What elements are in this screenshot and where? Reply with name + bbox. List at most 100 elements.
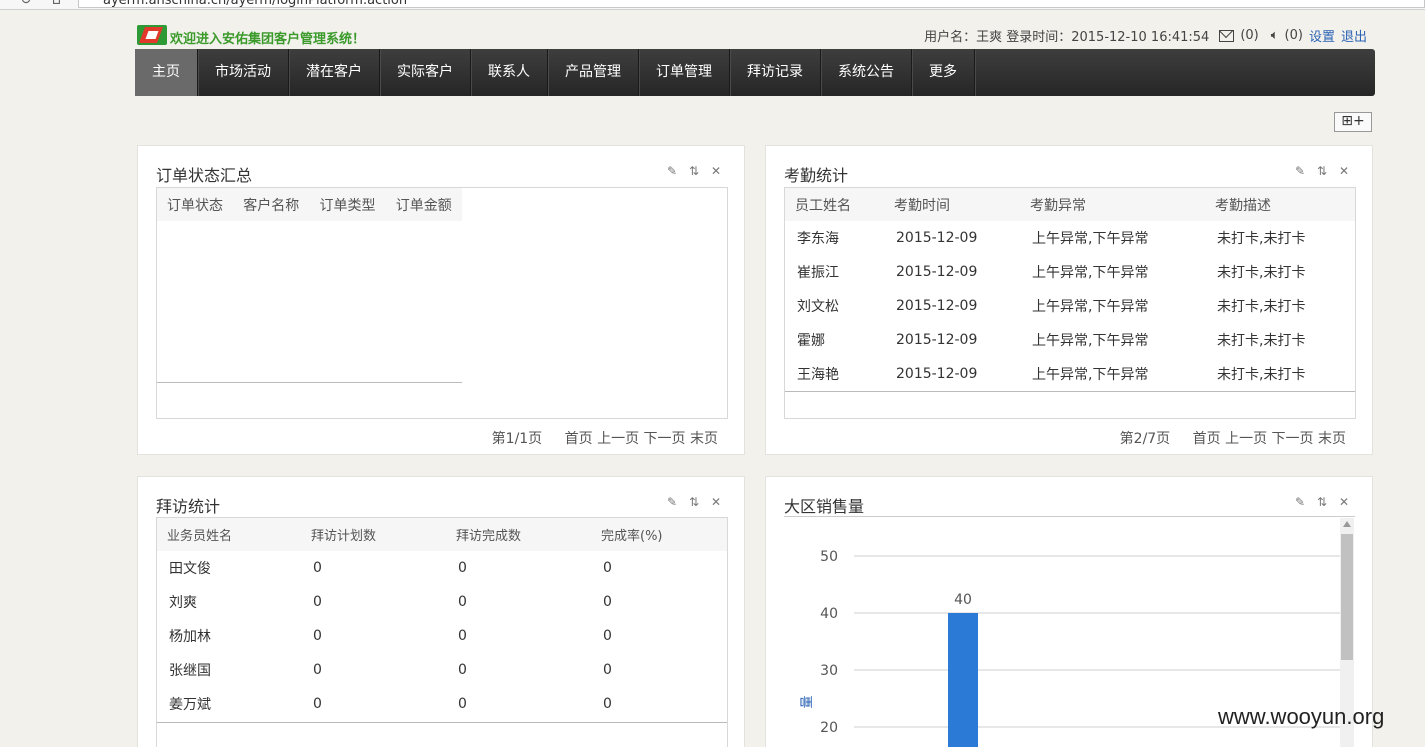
edit-icon[interactable]: ✎ xyxy=(666,164,678,178)
nav-marketing[interactable]: 市场活动 xyxy=(198,49,289,96)
column-header[interactable]: 拜访完成数 xyxy=(446,518,591,551)
settings-link[interactable]: 设置 xyxy=(1309,26,1335,45)
column-header[interactable]: 考勤时间 xyxy=(884,188,1020,221)
column-header[interactable]: 订单状态 xyxy=(157,188,234,221)
edit-icon[interactable]: ✎ xyxy=(666,495,678,509)
reload-icon[interactable]: ↻ xyxy=(20,0,32,8)
speaker-icon[interactable]: 🔈︎ xyxy=(1271,28,1279,43)
column-header[interactable]: 订单类型 xyxy=(309,188,386,221)
cell: 0 xyxy=(458,662,467,678)
welcome-text: 欢迎进入安佑集团客户管理系统！ xyxy=(170,32,366,47)
nav-contacts[interactable]: 联系人 xyxy=(471,49,548,96)
table-row[interactable]: 崔振江 2015-12-09 上午异常,下午异常 未打卡,未打卡 xyxy=(785,255,1355,289)
table-row[interactable]: 李东海 2015-12-09 上午异常,下午异常 未打卡,未打卡 xyxy=(785,221,1355,255)
close-icon[interactable]: ✕ xyxy=(710,164,722,178)
logout-link[interactable]: 退出 xyxy=(1341,26,1367,45)
cell: 崔振江 xyxy=(797,265,839,281)
panel-title: 考勤统计 xyxy=(784,166,849,185)
cell: 上午异常,下午异常 xyxy=(1032,265,1149,281)
column-header[interactable]: 考勤描述 xyxy=(1205,188,1355,221)
y-tick-label: 50 xyxy=(820,549,838,565)
close-icon[interactable]: ✕ xyxy=(1338,495,1350,509)
table-row[interactable]: 张继国 0 0 0 xyxy=(157,653,727,687)
refresh-icon[interactable]: ⇅ xyxy=(688,164,700,178)
prev-page-link[interactable]: 上一页 xyxy=(1225,431,1267,447)
nav-visits[interactable]: 拜访记录 xyxy=(730,49,821,96)
y-tick-label: 40 xyxy=(820,606,838,622)
cell: 0 xyxy=(603,594,612,610)
table-row[interactable]: 刘文松 2015-12-09 上午异常,下午异常 未打卡,未打卡 xyxy=(785,289,1355,323)
column-header[interactable]: 拜访计划数 xyxy=(301,518,446,551)
column-header[interactable]: 订单金额 xyxy=(385,188,462,221)
pager: 第1/1页 首页 上一页 下一页 末页 xyxy=(492,428,718,448)
table-row[interactable]: 田文俊 0 0 0 xyxy=(157,551,727,585)
edit-icon[interactable]: ✎ xyxy=(1294,495,1306,509)
table-row[interactable]: 姜万斌 0 0 0 xyxy=(157,687,727,721)
nav-orders[interactable]: 订单管理 xyxy=(639,49,730,96)
y-tick-label: 30 xyxy=(820,663,838,679)
nav-home[interactable]: 主页 xyxy=(135,49,198,96)
cell: 0 xyxy=(603,662,612,678)
close-icon[interactable]: ✕ xyxy=(710,495,722,509)
cell: 0 xyxy=(603,560,612,576)
first-page-link[interactable]: 首页 xyxy=(1193,431,1221,447)
refresh-icon[interactable]: ⇅ xyxy=(1316,495,1328,509)
nav-products[interactable]: 产品管理 xyxy=(548,49,639,96)
cell: 2015-12-09 xyxy=(896,230,978,246)
mail-icon[interactable] xyxy=(1219,29,1235,42)
nav-potential-customers[interactable]: 潜在客户 xyxy=(289,49,380,96)
cell: 上午异常,下午异常 xyxy=(1032,299,1149,315)
column-header[interactable]: 客户名称 xyxy=(233,188,310,221)
panel-tools: ✎ ⇅ ✕ xyxy=(666,164,722,178)
grid-divider xyxy=(157,722,727,723)
mail-count[interactable]: (0) xyxy=(1240,28,1258,43)
cell: 0 xyxy=(313,628,322,644)
bar[interactable] xyxy=(948,613,978,747)
prev-page-link[interactable]: 上一页 xyxy=(597,431,639,447)
refresh-icon[interactable]: ⇅ xyxy=(688,495,700,509)
scroll-up-icon[interactable] xyxy=(1343,521,1351,527)
last-page-link[interactable]: 末页 xyxy=(1318,431,1346,447)
panel-tools: ✎ ⇅ ✕ xyxy=(1294,164,1350,178)
cell: 0 xyxy=(458,560,467,576)
refresh-icon[interactable]: ⇅ xyxy=(1316,164,1328,178)
next-page-link[interactable]: 下一页 xyxy=(644,431,686,447)
visit-grid: 业务员姓名 拜访计划数 拜访完成数 完成率(%) 田文俊 0 0 0 刘爽 0 … xyxy=(156,517,728,747)
cell: 2015-12-09 xyxy=(896,366,978,382)
grid-divider xyxy=(785,391,1355,392)
nav-actual-customers[interactable]: 实际客户 xyxy=(380,49,471,96)
column-header[interactable]: 业务员姓名 xyxy=(157,518,301,551)
table-row[interactable]: 王海艳 2015-12-09 上午异常,下午异常 未打卡,未打卡 xyxy=(785,357,1355,391)
table-row[interactable]: 霍娜 2015-12-09 上午异常,下午异常 未打卡,未打卡 xyxy=(785,323,1355,357)
table-row[interactable]: 杨加林 0 0 0 xyxy=(157,619,727,653)
address-bar[interactable]: ayerm.anschina.cn/ayerm/loginPlatform.ac… xyxy=(78,0,1425,8)
nav-more[interactable]: 更多 xyxy=(912,49,975,96)
order-grid: 订单状态 客户名称 订单类型 订单金额 xyxy=(156,187,728,419)
cell: 2015-12-09 xyxy=(896,264,978,280)
main-nav: 主页 市场活动 潜在客户 实际客户 联系人 产品管理 订单管理 拜访记录 系统公… xyxy=(135,49,1375,96)
company-logo-icon xyxy=(137,25,167,45)
column-header[interactable]: 考勤异常 xyxy=(1020,188,1205,221)
order-status-panel: 订单状态汇总 ✎ ⇅ ✕ 订单状态 客户名称 订单类型 订单金额 第1/1页 首… xyxy=(137,145,745,455)
table-row[interactable]: 刘爽 0 0 0 xyxy=(157,585,727,619)
cell: 0 xyxy=(603,696,612,712)
bar-data-label: 40 xyxy=(954,592,972,608)
column-header[interactable]: 员工姓名 xyxy=(785,188,884,221)
add-widget-button[interactable]: ⊞+ xyxy=(1334,112,1372,132)
y-tick-label: 20 xyxy=(820,720,838,736)
table-header: 业务员姓名 拜访计划数 拜访完成数 完成率(%) xyxy=(157,518,727,551)
nav-announcements[interactable]: 系统公告 xyxy=(821,49,912,96)
next-page-link[interactable]: 下一页 xyxy=(1272,431,1314,447)
cell: 刘爽 xyxy=(169,595,197,611)
cell: 上午异常,下午异常 xyxy=(1032,333,1149,349)
edit-icon[interactable]: ✎ xyxy=(1294,164,1306,178)
last-page-link[interactable]: 末页 xyxy=(690,431,718,447)
close-icon[interactable]: ✕ xyxy=(1338,164,1350,178)
notice-count[interactable]: (0) xyxy=(1285,28,1303,43)
scrollbar-thumb[interactable] xyxy=(1341,534,1353,660)
first-page-link[interactable]: 首页 xyxy=(565,431,593,447)
page-info: 第1/1页 xyxy=(491,431,543,447)
column-header[interactable]: 完成率(%) xyxy=(591,518,727,551)
home-icon[interactable]: ⌂ xyxy=(52,0,61,8)
cell: 0 xyxy=(313,594,322,610)
